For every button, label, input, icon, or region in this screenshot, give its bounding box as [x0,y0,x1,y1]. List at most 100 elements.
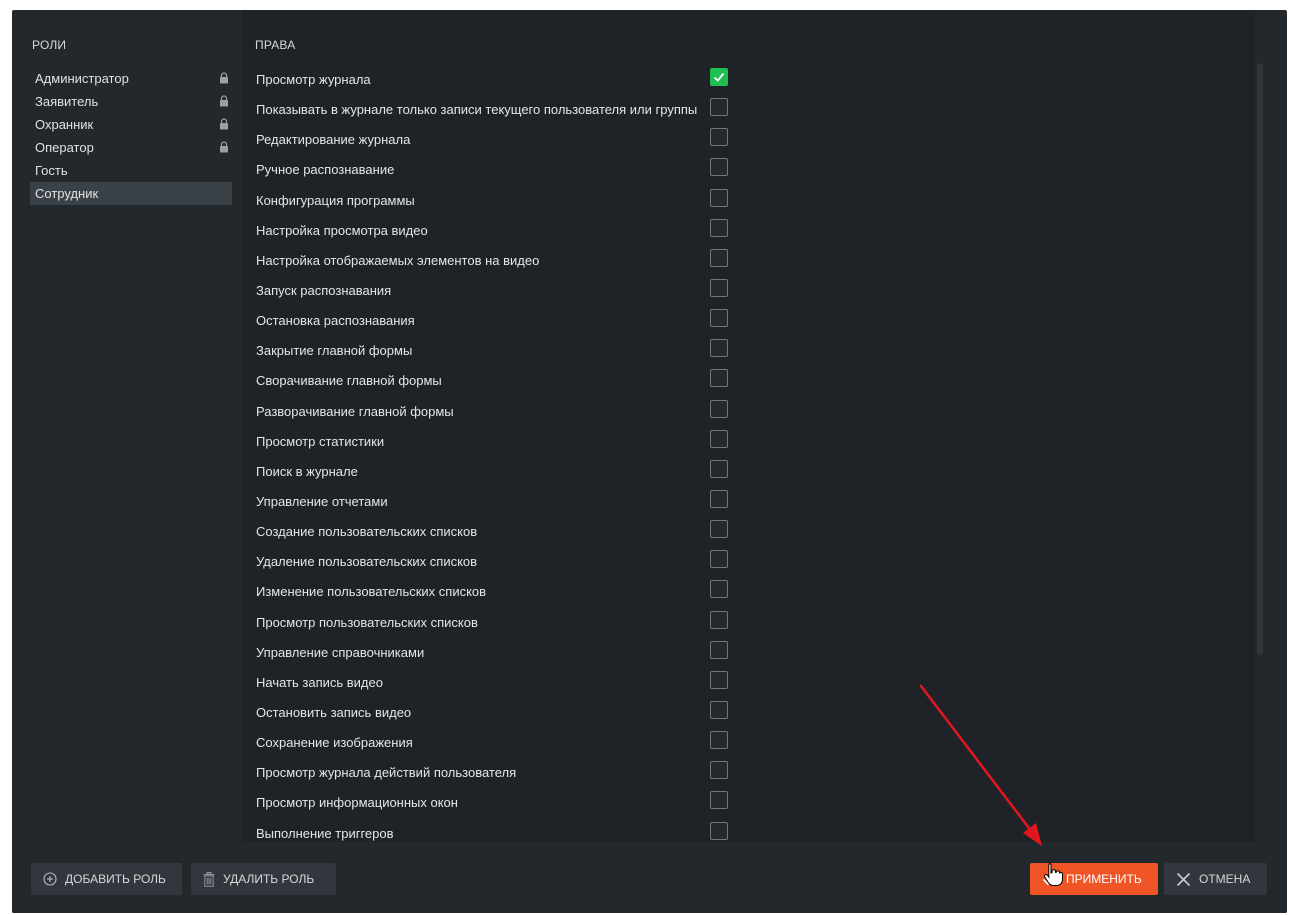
right-checkbox[interactable] [710,580,728,599]
right-row: Управление отчетами [242,487,962,517]
right-row: Ручное распознавание [242,155,962,185]
cancel-button[interactable]: ОТМЕНА [1164,863,1267,895]
right-label: Ручное распознавание [256,162,395,178]
right-label: Сохранение изображения [256,735,413,751]
right-row: Сворачивание главной формы [242,366,962,396]
right-label: Управление отчетами [256,493,388,509]
right-label: Изменение пользовательских списков [256,584,487,600]
right-checkbox[interactable] [710,731,728,750]
right-checkbox[interactable] [710,68,728,86]
right-row: Удаление пользовательских списков [242,547,962,577]
role-item[interactable]: Администратор [30,67,232,90]
right-row: Закрытие главной формы [242,336,962,366]
right-checkbox[interactable] [710,158,728,177]
right-row: Настройка отображаемых элементов на виде… [242,246,962,276]
right-label: Сворачивание главной формы [256,373,442,389]
right-label: Просмотр журнала [256,72,371,87]
right-row: Настройка просмотра видео [242,216,962,246]
role-item-label: Заявитель [35,94,99,109]
right-checkbox[interactable] [710,188,728,207]
right-label: Создание пользовательских списков [256,524,478,540]
rights-list: Просмотр журнала Показывать в журнале тол… [242,65,962,849]
right-checkbox[interactable] [710,761,728,780]
right-checkbox[interactable] [710,791,728,810]
right-checkbox[interactable] [710,489,728,508]
right-row: Просмотр журнала [242,65,962,95]
role-item-label: Гость [35,163,68,178]
role-item[interactable]: Оператор [30,136,232,159]
role-item[interactable]: Заявитель [30,90,232,113]
right-label: Показывать в журнале только записи текущ… [256,102,698,118]
right-checkbox[interactable] [710,821,728,840]
right-row: Просмотр пользовательских списков [242,608,962,638]
apply-label: ПРИМЕНИТЬ [1066,872,1142,886]
right-checkbox[interactable] [710,309,728,328]
right-label: Остановка распознавания [256,313,415,329]
right-label: Начать запись видео [256,674,383,690]
right-checkbox[interactable] [710,218,728,237]
right-checkbox[interactable] [710,459,728,478]
right-checkbox[interactable] [710,128,728,147]
right-label: Разворачивание главной формы [256,403,454,419]
right-checkbox[interactable] [710,640,728,659]
right-checkbox[interactable] [710,98,728,117]
cancel-label: ОТМЕНА [1199,872,1251,886]
right-label: Просмотр журнала действий пользователя [256,765,517,781]
right-label: Просмотр статистики [256,433,385,449]
right-row: Остановить запись видео [242,698,962,728]
right-checkbox[interactable] [710,520,728,539]
right-label: Закрытие главной формы [256,343,413,359]
right-label: Настройка просмотра видео [256,222,428,238]
roles-header: РОЛИ [32,38,67,52]
right-row: Сохранение изображения [242,728,962,758]
right-label: Управление справочниками [256,644,425,660]
right-row: Просмотр журнала действий пользователя [242,758,962,788]
delete-role-label: УДАЛИТЬ РОЛЬ [223,872,315,886]
right-label: Выполнение триггеров [256,825,394,841]
right-row: Просмотр статистики [242,427,962,457]
lock-icon [220,95,228,107]
right-checkbox[interactable] [710,670,728,689]
delete-role-button[interactable]: УДАЛИТЬ РОЛЬ [191,863,336,895]
right-checkbox[interactable] [710,339,728,358]
right-checkbox[interactable] [710,550,728,569]
dialog-footer: ДОБАВИТЬ РОЛЬ УДАЛИТЬ РОЛЬ ПРИМЕНИТЬ ОТМ… [12,842,1287,913]
right-row: Начать запись видео [242,668,962,698]
plus-circle-icon [43,872,57,886]
add-role-button[interactable]: ДОБАВИТЬ РОЛЬ [31,863,182,895]
right-label: Остановить запись видео [256,704,412,720]
role-item[interactable]: Сотрудник [30,182,232,205]
right-row: Создание пользовательских списков [242,517,962,547]
hand-pointer-icon [1043,862,1063,886]
role-item[interactable]: Гость [30,159,232,182]
right-row: Конфигурация программы [242,186,962,216]
right-row: Поиск в журнале [242,457,962,487]
right-checkbox[interactable] [710,399,728,418]
right-label: Удаление пользовательских списков [256,554,478,570]
right-label: Просмотр информационных окон [256,795,458,811]
right-row: Управление справочниками [242,638,962,668]
right-label: Настройка отображаемых элементов на виде… [256,252,540,268]
right-label: Редактирование журнала [256,132,411,148]
rights-scrollbar[interactable] [1257,63,1263,655]
right-checkbox[interactable] [710,429,728,448]
roles-panel: РОЛИ Администратор Заявитель Охранник Опера… [30,38,232,205]
right-checkbox[interactable] [710,610,728,629]
right-row: Остановка распознавания [242,306,962,336]
role-item-label: Оператор [35,140,94,155]
role-list: Администратор Заявитель Охранник Оператор Го… [30,67,232,205]
right-row: Изменение пользовательских списков [242,577,962,607]
lock-icon [220,72,228,84]
role-item-label: Сотрудник [35,186,99,201]
role-item-label: Администратор [35,71,129,86]
trash-icon [203,871,215,887]
right-label: Поиск в журнале [256,463,358,479]
right-checkbox[interactable] [710,700,728,719]
role-item[interactable]: Охранник [30,113,232,136]
right-checkbox[interactable] [710,248,728,267]
right-label: Конфигурация программы [256,192,415,208]
right-row: Показывать в журнале только записи текущ… [242,95,962,125]
close-icon [1176,872,1191,886]
right-checkbox[interactable] [710,369,728,388]
right-checkbox[interactable] [710,278,728,297]
